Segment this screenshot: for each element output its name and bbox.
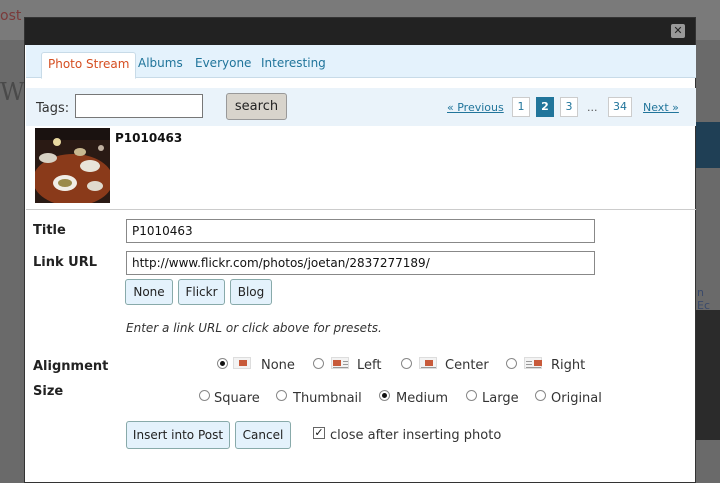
background-right-panel xyxy=(696,122,720,168)
photo-thumbnail[interactable] xyxy=(35,128,110,203)
pager-ellipsis: ... xyxy=(587,101,598,114)
tab-photo-stream[interactable]: Photo Stream xyxy=(41,52,137,79)
align-left-icon xyxy=(331,357,349,369)
size-square-label: Square xyxy=(214,391,260,406)
link-hint: Enter a link URL or click above for pres… xyxy=(126,321,382,335)
align-right-radio[interactable] xyxy=(506,358,517,369)
cancel-button[interactable]: Cancel xyxy=(235,421,291,449)
previous-page-link[interactable]: « Previous xyxy=(447,101,504,114)
insert-into-post-button[interactable]: Insert into Post xyxy=(126,421,230,449)
align-center-label: Center xyxy=(445,358,489,373)
photo-row: P1010463 xyxy=(26,126,696,210)
preset-blog-button[interactable]: Blog xyxy=(230,279,272,305)
align-left-radio[interactable] xyxy=(313,358,324,369)
page-2-current: 2 xyxy=(536,97,554,117)
page-1[interactable]: 1 xyxy=(512,97,530,117)
preset-flickr-button[interactable]: Flickr xyxy=(178,279,225,305)
next-page-link[interactable]: Next » xyxy=(643,101,679,114)
tab-everyone[interactable]: Everyone xyxy=(189,52,257,79)
align-right-label: Right xyxy=(551,358,586,373)
close-icon[interactable]: ✕ xyxy=(671,24,685,38)
link-url-field[interactable]: http://www.flickr.com/photos/joetan/2837… xyxy=(126,251,595,275)
align-none-label: None xyxy=(261,358,295,373)
tab-interesting[interactable]: Interesting xyxy=(255,52,332,79)
size-thumbnail-label: Thumbnail xyxy=(293,391,362,406)
align-none-radio[interactable] xyxy=(217,358,228,369)
title-label: Title xyxy=(33,223,66,238)
tabs-bar: Photo Stream Albums Everyone Interesting xyxy=(26,45,696,79)
title-field[interactable]: P1010463 xyxy=(126,219,595,243)
background-top-text: ost xyxy=(0,8,22,24)
alignment-label: Alignment xyxy=(33,359,109,374)
align-center-radio[interactable] xyxy=(401,358,412,369)
preset-none-button[interactable]: None xyxy=(125,279,173,305)
search-bar: Tags: search « Previous 1 2 3 ... 34 Nex… xyxy=(26,88,696,126)
size-label: Size xyxy=(33,384,64,399)
align-left-label: Left xyxy=(357,358,382,373)
size-large-label: Large xyxy=(482,391,519,406)
page-3[interactable]: 3 xyxy=(560,97,578,117)
align-right-icon xyxy=(524,357,542,369)
background-right-link: n Ec xyxy=(697,286,710,312)
background-right-panel-dark xyxy=(696,310,720,440)
size-large-radio[interactable] xyxy=(466,390,477,401)
align-center-icon xyxy=(419,357,437,369)
close-after-checkbox[interactable]: ✓ xyxy=(313,427,325,439)
close-after-label: close after inserting photo xyxy=(330,428,502,443)
photo-name: P1010463 xyxy=(115,131,183,145)
size-thumbnail-radio[interactable] xyxy=(276,390,287,401)
size-medium-label: Medium xyxy=(396,391,448,406)
tags-input[interactable] xyxy=(75,94,203,118)
tags-label: Tags: xyxy=(36,101,70,116)
flickr-modal: ✕ Photo Stream Albums Everyone Interesti… xyxy=(24,17,696,483)
size-original-label: Original xyxy=(551,391,602,406)
size-medium-radio[interactable] xyxy=(379,390,390,401)
size-square-radio[interactable] xyxy=(199,390,210,401)
align-none-icon xyxy=(233,357,251,369)
page-last[interactable]: 34 xyxy=(608,97,632,117)
size-original-radio[interactable] xyxy=(535,390,546,401)
tab-albums[interactable]: Albums xyxy=(132,52,189,79)
link-url-label: Link URL xyxy=(33,255,98,270)
modal-titlebar: ✕ xyxy=(25,18,695,45)
search-button[interactable]: search xyxy=(226,93,287,120)
